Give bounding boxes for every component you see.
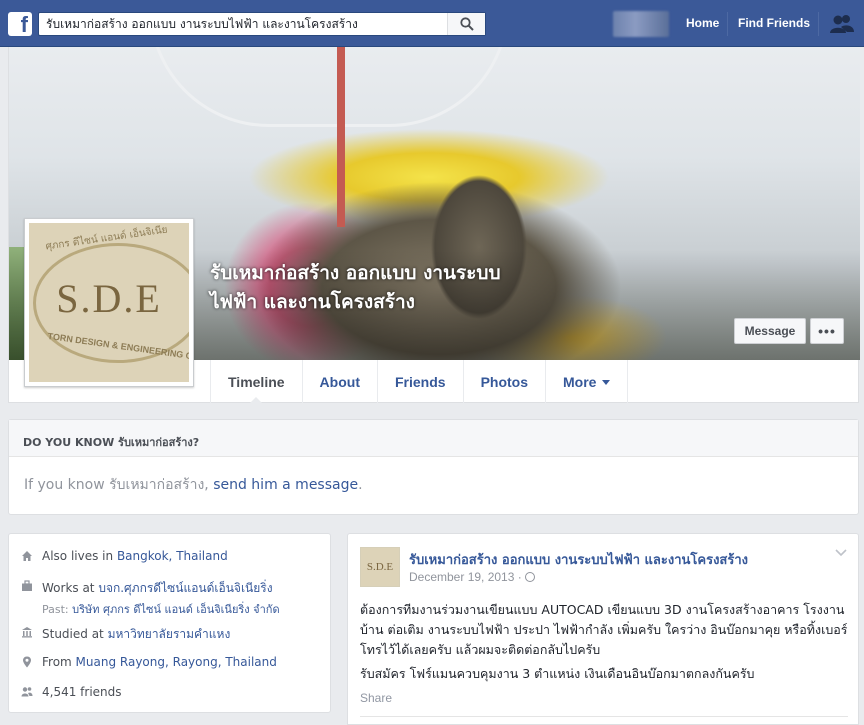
post-paragraph: รับสมัคร โฟร์แมนควบคุมงาน 3 ตำแหน่ง เงิน… (360, 666, 755, 681)
school-icon (22, 627, 32, 638)
profile-picture[interactable]: ศุภกร ดีไซน์ แอนด์ เอ็นจิเนีย S.D.E TORN… (24, 218, 194, 387)
home-icon (22, 551, 32, 561)
search-box (38, 12, 486, 36)
know-text-after: . (358, 477, 363, 493)
top-navigation-bar: f Home Find Friends (0, 0, 864, 47)
search-input[interactable] (39, 13, 447, 35)
home-link[interactable]: Home (686, 16, 719, 30)
intro-lives: Also lives in Bangkok, Thailand (21, 549, 228, 563)
profile-logo: ศุภกร ดีไซน์ แอนด์ เอ็นจิเนีย S.D.E TORN… (29, 223, 189, 382)
know-text-before: If you know รับเหมาก่อสร้าง, (24, 477, 214, 493)
intro-works: Works at บจก.ศุภกรดีไซน์แอนด์เอ็นจิเนียร… (21, 579, 280, 618)
send-message-link[interactable]: send him a message (213, 477, 358, 493)
from-place-link[interactable]: Muang Rayong, Rayong, Thailand (76, 655, 277, 669)
do-you-know-heading: DO YOU KNOW รับเหมาก่อสร้าง? (9, 420, 858, 457)
tab-label: Friends (394, 373, 446, 390)
caret-down-icon (602, 380, 611, 385)
tab-photos[interactable]: Photos (462, 360, 545, 403)
search-button[interactable] (447, 13, 485, 35)
share-link[interactable]: Share (360, 691, 392, 705)
post-timestamp[interactable]: December 19, 2013 · (409, 570, 535, 584)
topbar-divider (818, 12, 819, 36)
tab-timeline[interactable]: Timeline (210, 360, 302, 404)
message-button[interactable]: Message (734, 318, 806, 344)
tab-label: More (563, 373, 597, 390)
friends-count[interactable]: 4,541 friends (42, 685, 122, 699)
more-options-button[interactable]: ••• (810, 318, 844, 344)
post-author-name[interactable]: รับเหมาก่อสร้าง ออกแบบ งานระบบไฟฟ้า และง… (409, 549, 748, 570)
past-place-link[interactable]: บริษัท ศุภกร ดีไซน์ แอนด์ เอ็นจิเนียริ่ง… (72, 603, 279, 616)
works-place-link[interactable]: บจก.ศุภกรดีไซน์แอนด์เอ็นจิเนียริ่ง (98, 581, 272, 595)
works-prefix: Works at (42, 581, 99, 595)
intro-studied: Studied at มหาวิทยาลัยรามคำแหง (21, 625, 230, 644)
profile-tabs: Timeline About Friends Photos More (210, 360, 629, 404)
topbar-divider (727, 12, 728, 36)
chevron-down-icon[interactable] (835, 548, 847, 558)
do-you-know-card: DO YOU KNOW รับเหมาก่อสร้าง? If you know… (8, 419, 859, 515)
intro-from: From Muang Rayong, Rayong, Thailand (21, 655, 277, 669)
studied-prefix: Studied at (42, 627, 108, 641)
post-divider (360, 716, 848, 717)
from-prefix: From (42, 655, 76, 669)
friends-icon (21, 687, 33, 697)
page-title[interactable]: รับเหมาก่อสร้าง ออกแบบ งานระบบไฟฟ้า และง… (210, 259, 510, 317)
post-author-avatar[interactable]: S.D.E (360, 547, 400, 587)
lives-prefix: Also lives in (42, 549, 117, 563)
tab-label: About (319, 373, 360, 390)
briefcase-icon (22, 580, 32, 591)
facebook-logo-icon[interactable]: f (8, 12, 32, 36)
friend-requests-button[interactable] (829, 14, 855, 34)
tab-friends[interactable]: Friends (376, 360, 463, 403)
studied-place-link[interactable]: มหาวิทยาลัยรามคำแหง (108, 627, 231, 641)
cover-umbrella-shape (149, 47, 509, 127)
intro-friends: 4,541 friends (21, 685, 122, 699)
user-avatar[interactable] (613, 11, 669, 37)
past-work: Past: บริษัท ศุภกร ดีไซน์ แอนด์ เอ็นจิเน… (42, 600, 280, 618)
tab-more[interactable]: More (545, 360, 629, 403)
cover-pole-shape (337, 47, 345, 227)
profile-header-card: รับเหมาก่อสร้าง ออกแบบ งานระบบไฟฟ้า และง… (8, 47, 860, 404)
tab-about[interactable]: About (301, 360, 377, 403)
globe-icon (524, 572, 535, 582)
logo-main-text: S.D.E (56, 276, 162, 321)
past-prefix: Past: (42, 603, 73, 616)
post-date-text: December 19, 2013 · (409, 570, 522, 584)
search-icon (459, 17, 474, 31)
post-body: ต้องการทีมงานร่วมงานเขียนแบบ AUTOCAD เขี… (360, 600, 852, 684)
tab-label: Timeline (228, 373, 285, 390)
intro-card: Also lives in Bangkok, Thailand Works at… (8, 533, 331, 713)
location-pin-icon (23, 656, 31, 668)
lives-place-link[interactable]: Bangkok, Thailand (117, 549, 228, 563)
find-friends-link[interactable]: Find Friends (738, 16, 810, 30)
post-paragraph: ต้องการทีมงานร่วมงานเขียนแบบ AUTOCAD เขี… (360, 602, 848, 657)
post-card: S.D.E รับเหมาก่อสร้าง ออกแบบ งานระบบไฟฟ้… (347, 533, 859, 725)
tab-label: Photos (480, 373, 529, 390)
do-you-know-text: If you know รับเหมาก่อสร้าง, send him a … (9, 457, 858, 513)
friend-requests-icon (830, 15, 854, 33)
